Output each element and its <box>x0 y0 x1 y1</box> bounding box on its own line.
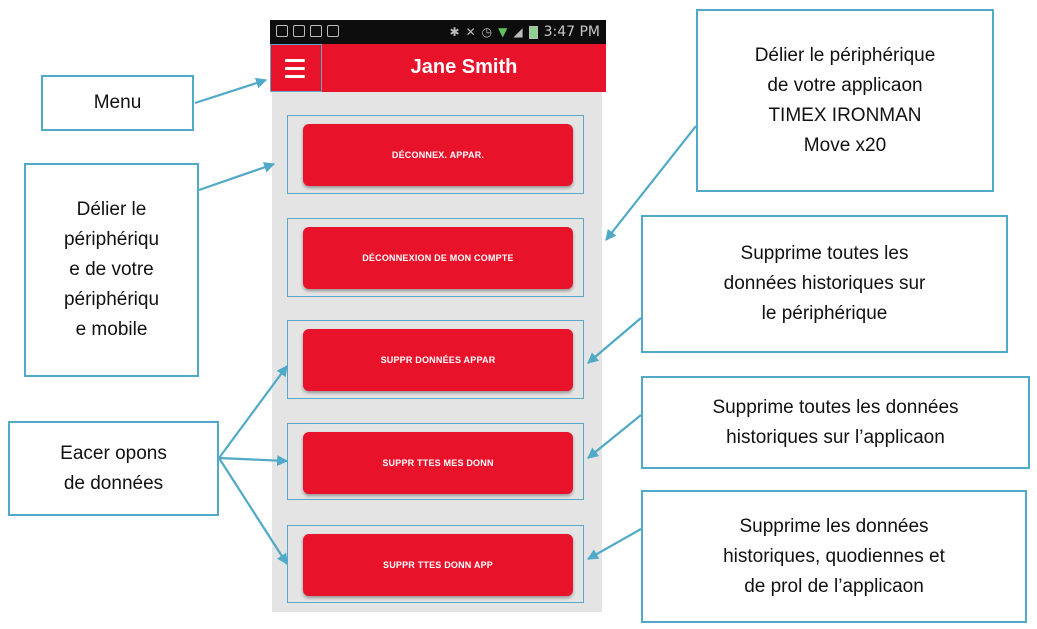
arrow-menu <box>194 77 268 105</box>
callout-arrows <box>194 77 697 565</box>
arrow-erase-3 <box>218 457 288 565</box>
arrow-erase-2 <box>218 455 289 467</box>
arrow-unlink-app <box>605 125 697 241</box>
arrow-delete-device-history <box>587 317 642 364</box>
arrow-delete-daily-profile <box>587 528 642 560</box>
arrow-unlink-mobile <box>198 162 276 192</box>
arrow-delete-app-history <box>587 414 642 459</box>
arrow-erase-1 <box>218 365 288 459</box>
